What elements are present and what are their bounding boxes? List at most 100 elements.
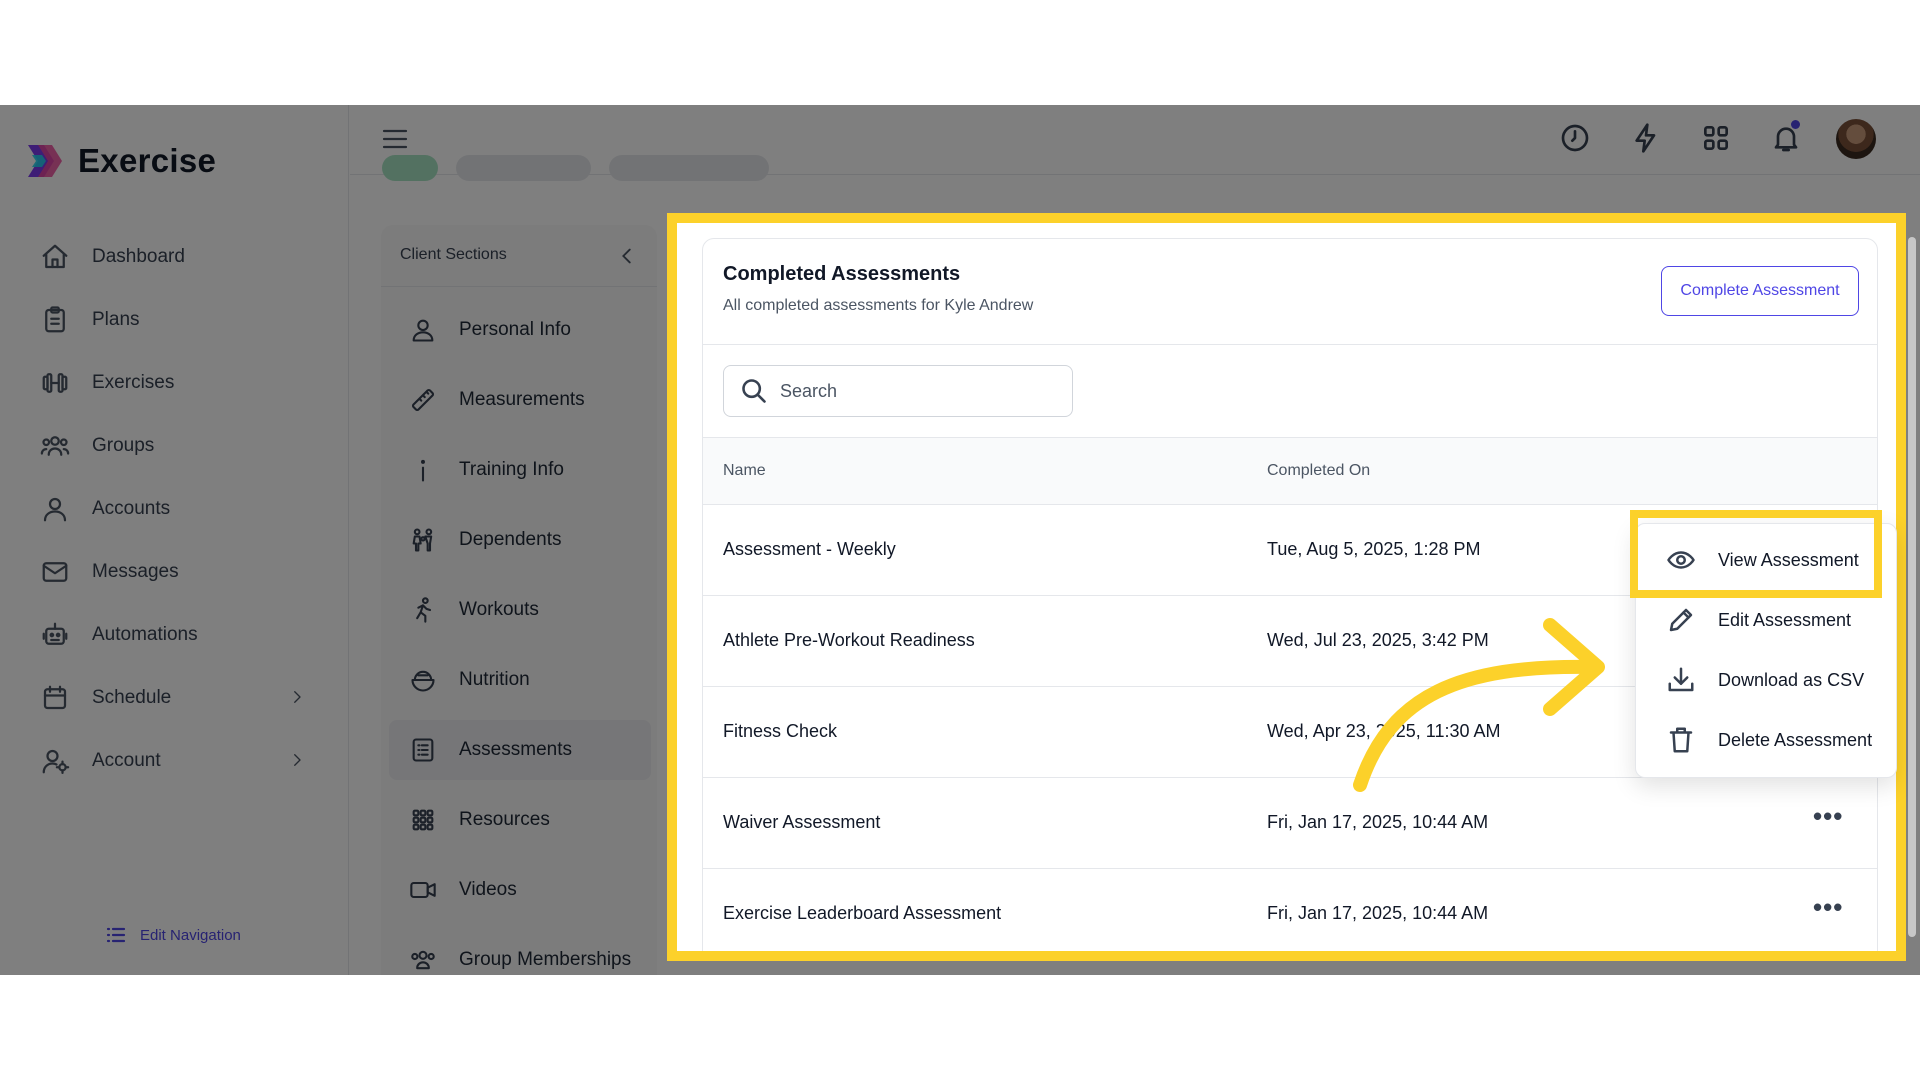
- complete-assessment-button[interactable]: Complete Assessment: [1661, 266, 1859, 316]
- sidebar-item-label: Schedule: [92, 686, 172, 708]
- assessment-date: Wed, Apr 23, 2025, 11:30 AM: [1267, 721, 1501, 741]
- notifications-button[interactable]: [1770, 120, 1802, 154]
- more-dots-icon: •••: [1813, 892, 1844, 922]
- grid-dots-icon: [412, 809, 434, 831]
- menu-item-label: Edit Assessment: [1718, 609, 1852, 630]
- section-item-label: Resources: [459, 809, 550, 830]
- section-item-personal-info[interactable]: Personal Info: [389, 300, 651, 360]
- group-icon: [411, 950, 435, 970]
- user-cog-icon: [42, 749, 70, 774]
- sidebar-item-account[interactable]: Account: [0, 729, 349, 792]
- menu-toggle-button[interactable]: [382, 127, 408, 151]
- section-item-label: Workouts: [459, 599, 539, 620]
- menu-item-label: Download as CSV: [1718, 669, 1865, 690]
- app-sidebar: Exercise Dashboard Plans Exercises Group…: [0, 105, 349, 975]
- download-csv-menu-item[interactable]: Download as CSV: [1636, 650, 1898, 710]
- client-sections-list: Personal Info Measurements Training Info…: [389, 300, 651, 975]
- delete-assessment-menu-item[interactable]: Delete Assessment: [1636, 710, 1898, 770]
- assessment-name: Waiver Assessment: [723, 812, 881, 832]
- person-icon: [412, 319, 434, 342]
- family-icon: [412, 528, 433, 552]
- search-input[interactable]: [780, 380, 1060, 402]
- sidebar-item-groups[interactable]: Groups: [0, 414, 349, 477]
- info-icon: [421, 459, 425, 482]
- more-dots-icon: •••: [1813, 801, 1844, 831]
- video-icon: [410, 881, 436, 899]
- sidebar-item-label: Groups: [92, 434, 155, 456]
- row-actions-button[interactable]: •••: [1813, 803, 1843, 838]
- sidebar-item-label: Messages: [92, 560, 179, 582]
- sidebar-item-schedule[interactable]: Schedule: [0, 666, 349, 729]
- clipboard-icon: [45, 305, 65, 332]
- section-item-label: Training Info: [459, 459, 564, 480]
- checklist-icon: [412, 738, 434, 762]
- card-title: Completed Assessments: [723, 263, 961, 285]
- section-item-label: Measurements: [459, 389, 585, 410]
- grid-icon: [1704, 126, 1728, 150]
- chevron-left-icon: [622, 248, 631, 264]
- list-icon: [106, 927, 126, 943]
- robot-icon: [42, 622, 68, 645]
- sidebar-item-accounts[interactable]: Accounts: [0, 477, 349, 540]
- sidebar-item-exercises[interactable]: Exercises: [0, 351, 349, 414]
- section-item-label: Group Memberships: [459, 949, 632, 970]
- sidebar-item-label: Dashboard: [92, 245, 185, 267]
- search-icon: [742, 379, 766, 403]
- section-item-measurements[interactable]: Measurements: [389, 370, 651, 430]
- table-row[interactable]: Exercise Leaderboard Assessment Fri, Jan…: [703, 869, 1877, 951]
- section-item-label: Personal Info: [459, 319, 571, 340]
- section-item-label: Dependents: [459, 529, 562, 550]
- bowl-icon: [411, 670, 435, 692]
- history-button[interactable]: [1559, 122, 1591, 154]
- section-item-dependents[interactable]: Dependents: [389, 510, 651, 570]
- client-tabs-faded: [382, 155, 769, 181]
- assessment-date: Fri, Jan 17, 2025, 10:44 AM: [1267, 903, 1489, 923]
- user-avatar[interactable]: [1836, 119, 1876, 159]
- assessment-date: Fri, Jan 17, 2025, 10:44 AM: [1267, 812, 1489, 832]
- sidebar-item-label: Plans: [92, 308, 140, 330]
- home-icon: [42, 244, 68, 268]
- page-scrollbar[interactable]: [1904, 105, 1920, 975]
- section-item-training-info[interactable]: Training Info: [389, 440, 651, 500]
- sidebar-item-plans[interactable]: Plans: [0, 288, 349, 351]
- section-item-videos[interactable]: Videos: [389, 860, 651, 920]
- app-name: Exercise: [78, 142, 217, 179]
- assessment-date: Wed, Jul 23, 2025, 3:42 PM: [1267, 630, 1489, 650]
- section-item-group-memberships[interactable]: Group Memberships: [389, 930, 651, 975]
- assessment-date: Tue, Aug 5, 2025, 1:28 PM: [1267, 539, 1481, 559]
- scroll-thumb[interactable]: [1908, 237, 1916, 937]
- assessment-name: Assessment - Weekly: [723, 539, 896, 559]
- sidebar-item-label: Automations: [92, 623, 198, 645]
- section-item-nutrition[interactable]: Nutrition: [389, 650, 651, 710]
- running-icon: [416, 597, 432, 623]
- collapse-sections-button[interactable]: [616, 245, 638, 267]
- main-nav: Dashboard Plans Exercises Groups Account…: [0, 225, 349, 792]
- clock-icon: [1561, 124, 1589, 152]
- sidebar-item-messages[interactable]: Messages: [0, 540, 349, 603]
- table-row[interactable]: Waiver Assessment Fri, Jan 17, 2025, 10:…: [703, 778, 1877, 869]
- client-sections-title: Client Sections: [400, 246, 507, 263]
- sidebar-item-automations[interactable]: Automations: [0, 603, 349, 666]
- sidebar-item-dashboard[interactable]: Dashboard: [0, 225, 349, 288]
- app-logo[interactable]: Exercise: [24, 141, 216, 181]
- notification-dot: [1791, 120, 1800, 129]
- client-sections-panel: Client Sections Personal Info Measuremen…: [381, 225, 657, 975]
- section-item-resources[interactable]: Resources: [389, 790, 651, 850]
- edit-assessment-menu-item[interactable]: Edit Assessment: [1636, 590, 1898, 650]
- calendar-icon: [43, 685, 67, 709]
- column-header-completed-on: Completed On: [1267, 462, 1371, 479]
- card-subtitle: All completed assessments for Kyle Andre…: [723, 297, 1034, 314]
- download-icon: [1668, 667, 1694, 692]
- view-assessment-highlight: [1630, 510, 1882, 598]
- section-item-workouts[interactable]: Workouts: [389, 580, 651, 640]
- edit-navigation-link[interactable]: Edit Navigation: [104, 923, 241, 947]
- section-item-assessments[interactable]: Assessments: [389, 720, 651, 780]
- table-header: Name Completed On: [703, 437, 1877, 505]
- section-item-label: Assessments: [459, 739, 572, 760]
- quick-actions-button[interactable]: [1630, 122, 1662, 154]
- apps-button[interactable]: [1700, 122, 1732, 154]
- assessment-name: Athlete Pre-Workout Readiness: [723, 630, 975, 650]
- section-item-label: Nutrition: [459, 669, 530, 690]
- search-box[interactable]: [723, 365, 1073, 417]
- row-actions-button[interactable]: •••: [1813, 894, 1843, 929]
